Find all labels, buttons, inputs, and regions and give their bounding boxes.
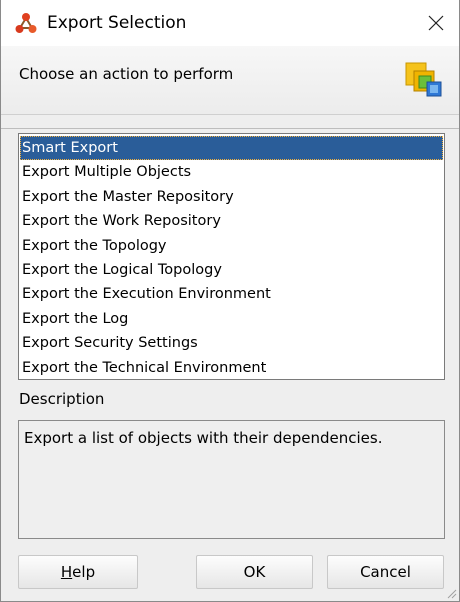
action-item-export-execution-environment[interactable]: Export the Execution Environment xyxy=(20,282,443,306)
close-button[interactable] xyxy=(413,0,459,46)
help-label-rest: elp xyxy=(72,563,96,581)
export-documents-icon xyxy=(405,62,442,97)
cancel-button[interactable]: Cancel xyxy=(327,555,444,589)
description-label: Description xyxy=(19,390,105,408)
action-item-export-technical-environment[interactable]: Export the Technical Environment xyxy=(20,356,443,380)
action-item-export-work-repository[interactable]: Export the Work Repository xyxy=(20,209,443,233)
export-selection-dialog: Export Selection Choose an action to per… xyxy=(0,0,460,602)
action-item-export-multiple-objects[interactable]: Export Multiple Objects xyxy=(20,160,443,184)
action-item-export-logical-topology[interactable]: Export the Logical Topology xyxy=(20,258,443,282)
help-mnemonic: H xyxy=(60,563,73,581)
title-bar: Export Selection xyxy=(1,0,459,46)
dialog-title: Export Selection xyxy=(47,13,187,33)
action-item-smart-export[interactable]: Smart Export xyxy=(20,136,443,161)
close-icon xyxy=(428,15,444,31)
odi-network-icon xyxy=(15,13,37,33)
resize-grip-icon[interactable] xyxy=(445,587,457,599)
ok-button[interactable]: OK xyxy=(196,555,313,589)
action-item-export-master-repository[interactable]: Export the Master Repository xyxy=(20,185,443,209)
action-list[interactable]: Smart Export Export Multiple Objects Exp… xyxy=(18,133,445,380)
dialog-header: Choose an action to perform xyxy=(1,46,459,115)
action-item-export-security-settings[interactable]: Export Security Settings xyxy=(20,331,443,355)
action-item-export-topology[interactable]: Export the Topology xyxy=(20,234,443,258)
action-item-export-log[interactable]: Export the Log xyxy=(20,307,443,331)
header-prompt: Choose an action to perform xyxy=(19,65,234,83)
header-divider xyxy=(1,128,459,129)
description-box: Export a list of objects with their depe… xyxy=(18,420,445,539)
help-button[interactable]: Help xyxy=(18,555,138,589)
